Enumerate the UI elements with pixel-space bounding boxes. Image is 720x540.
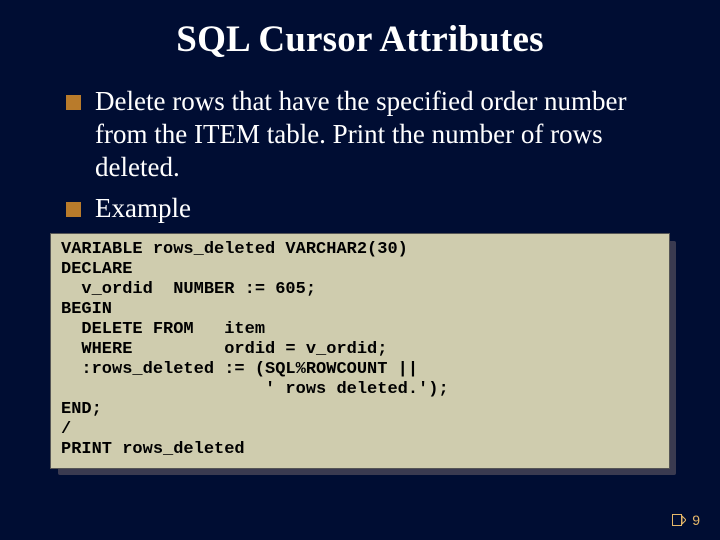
bullet-item: Example bbox=[66, 192, 674, 225]
bullet-list: Delete rows that have the specified orde… bbox=[46, 85, 674, 225]
bullet-text: Delete rows that have the specified orde… bbox=[95, 85, 674, 184]
code-block-container: VARIABLE rows_deleted VARCHAR2(30) DECLA… bbox=[50, 233, 670, 470]
bullet-text: Example bbox=[95, 192, 191, 225]
slide: SQL Cursor Attributes Delete rows that h… bbox=[0, 0, 720, 540]
page-number: 9 bbox=[692, 512, 700, 528]
bullet-square-icon bbox=[66, 202, 81, 217]
next-slide-icon[interactable] bbox=[672, 514, 686, 526]
bullet-square-icon bbox=[66, 95, 81, 110]
slide-title: SQL Cursor Attributes bbox=[46, 18, 674, 61]
code-block: VARIABLE rows_deleted VARCHAR2(30) DECLA… bbox=[50, 233, 670, 470]
page-footer: 9 bbox=[672, 512, 700, 528]
bullet-item: Delete rows that have the specified orde… bbox=[66, 85, 674, 184]
